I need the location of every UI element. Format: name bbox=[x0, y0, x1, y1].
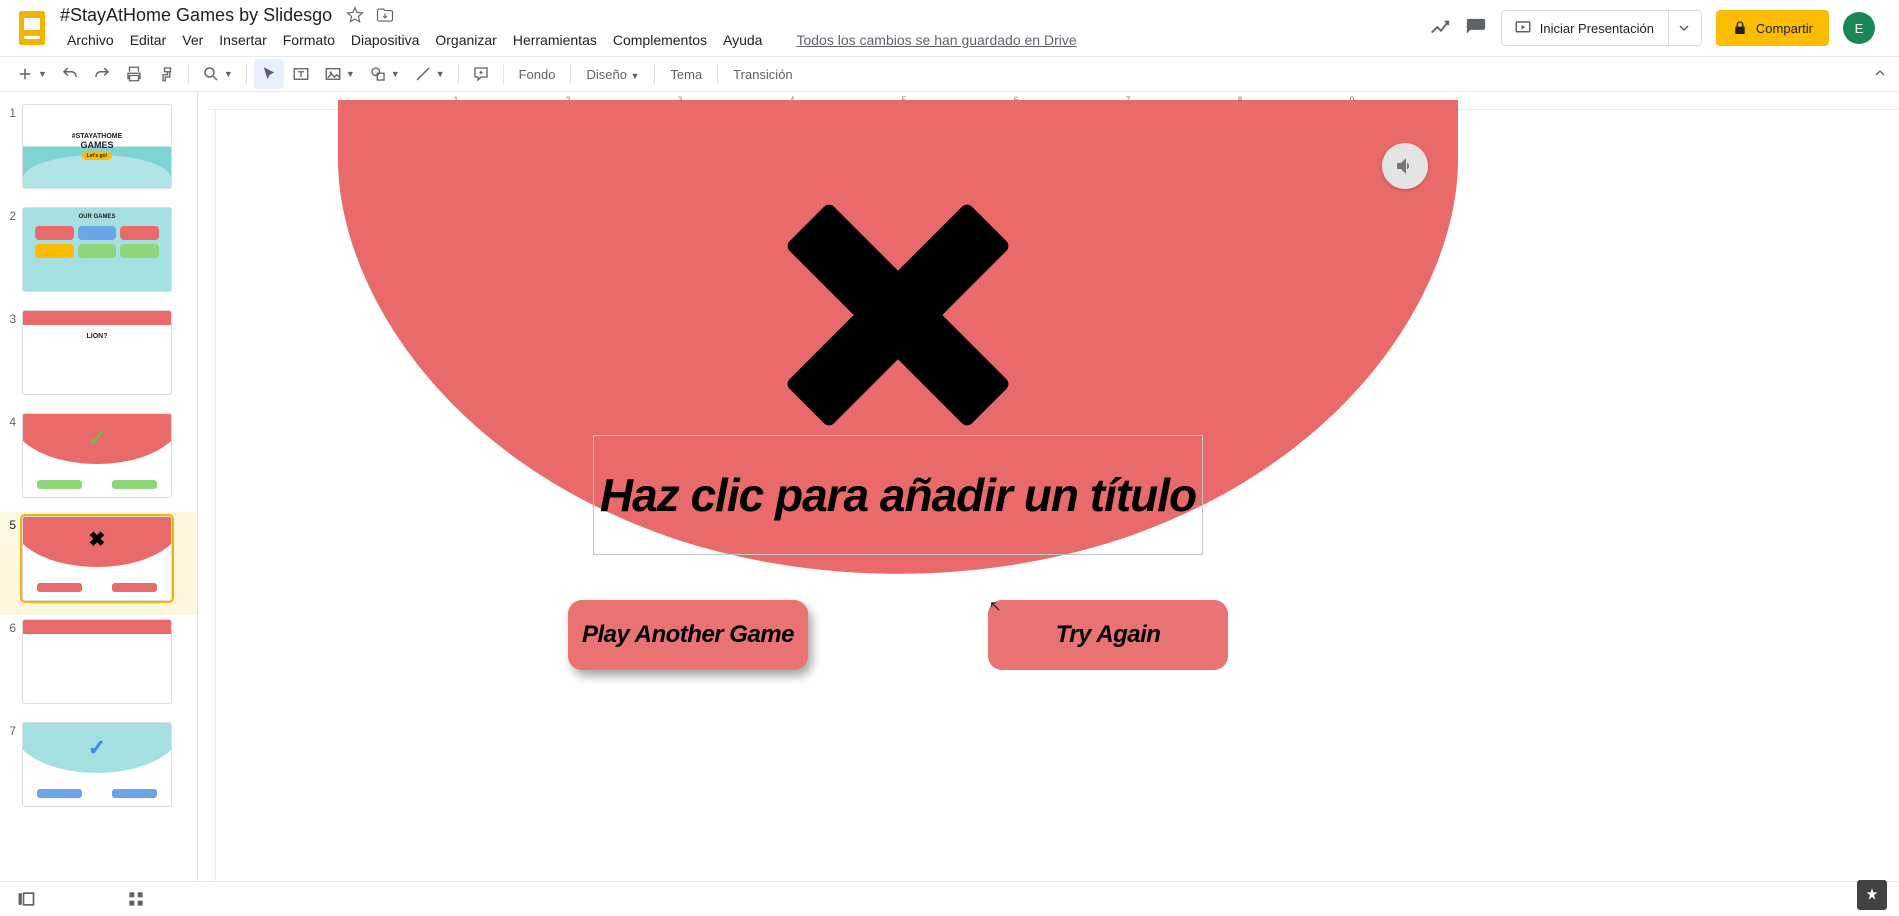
chevron-down-icon bbox=[1679, 23, 1689, 33]
menu-diapositiva[interactable]: Diapositiva bbox=[344, 28, 426, 52]
slide-thumbnail-1[interactable]: 1 #STAYATHOMEGAMESLet's go! bbox=[0, 100, 197, 203]
print-button[interactable] bbox=[119, 59, 149, 89]
move-to-folder-icon[interactable] bbox=[376, 6, 394, 24]
bottom-bar bbox=[0, 881, 1899, 916]
menu-complementos[interactable]: Complementos bbox=[606, 28, 714, 52]
app-header: #StayAtHome Games by Slidesgo Archivo Ed… bbox=[0, 0, 1899, 56]
share-button[interactable]: Compartir bbox=[1716, 10, 1829, 46]
present-button[interactable]: Iniciar Presentación bbox=[1501, 10, 1702, 46]
comment-tool[interactable] bbox=[466, 59, 496, 89]
star-icon[interactable] bbox=[346, 6, 364, 24]
comments-icon[interactable] bbox=[1465, 17, 1487, 39]
image-tool[interactable]: ▼ bbox=[318, 59, 361, 89]
try-again-button[interactable]: Try Again bbox=[988, 600, 1228, 670]
menu-editar[interactable]: Editar bbox=[123, 28, 174, 52]
menu-ayuda[interactable]: Ayuda bbox=[716, 28, 769, 52]
audio-icon-button[interactable] bbox=[1382, 143, 1428, 189]
slide-canvas[interactable]: Haz clic para añadir un título Play Anot… bbox=[338, 110, 1458, 870]
save-status[interactable]: Todos los cambios se han guardado en Dri… bbox=[789, 28, 1083, 52]
shape-tool[interactable]: ▼ bbox=[363, 59, 406, 89]
filmstrip[interactable]: 1 #STAYATHOMEGAMESLet's go! 2 OUR GAMES … bbox=[0, 92, 198, 881]
zoom-button[interactable]: ▼ bbox=[196, 59, 239, 89]
paint-format-button[interactable] bbox=[151, 59, 181, 89]
textbox-tool[interactable] bbox=[286, 59, 316, 89]
x-mark-icon bbox=[783, 200, 1013, 430]
slide-thumbnail-3[interactable]: 3 LION? bbox=[0, 306, 197, 409]
menu-ver[interactable]: Ver bbox=[175, 28, 210, 52]
slide-thumbnail-6[interactable]: 6 bbox=[0, 615, 197, 718]
menubar: Archivo Editar Ver Insertar Formato Diap… bbox=[60, 28, 1084, 52]
slide-canvas-area[interactable]: 1 2 3 4 5 6 7 8 9 Haz clic para añadir u… bbox=[198, 92, 1899, 881]
slide-thumbnail-4[interactable]: 4 ✓ bbox=[0, 409, 197, 512]
present-label: Iniciar Presentación bbox=[1540, 21, 1654, 36]
redo-button[interactable] bbox=[87, 59, 117, 89]
play-another-game-button[interactable]: Play Another Game bbox=[568, 600, 808, 670]
toolbar: ▼ ▼ ▼ ▼ ▼ Fondo Diseño ▼ Tema Transición bbox=[0, 56, 1899, 92]
account-avatar[interactable]: E bbox=[1843, 12, 1875, 44]
slide-thumbnail-2[interactable]: 2 OUR GAMES bbox=[0, 203, 197, 306]
menu-herramientas[interactable]: Herramientas bbox=[506, 28, 604, 52]
share-label: Compartir bbox=[1756, 21, 1813, 36]
slide-thumbnail-7[interactable]: 7 ✓ bbox=[0, 718, 197, 821]
layout-button[interactable]: Diseño ▼ bbox=[578, 61, 647, 88]
transition-button[interactable]: Transición bbox=[725, 61, 800, 88]
vertical-ruler bbox=[198, 110, 216, 881]
new-slide-button[interactable]: ▼ bbox=[10, 59, 53, 89]
document-title[interactable]: #StayAtHome Games by Slidesgo bbox=[60, 5, 332, 26]
undo-button[interactable] bbox=[55, 59, 85, 89]
menu-organizar[interactable]: Organizar bbox=[428, 28, 503, 52]
present-icon bbox=[1514, 19, 1532, 37]
menu-archivo[interactable]: Archivo bbox=[60, 28, 121, 52]
filmstrip-view-icon[interactable] bbox=[16, 889, 36, 909]
background-button[interactable]: Fondo bbox=[511, 61, 564, 88]
menu-formato[interactable]: Formato bbox=[276, 28, 342, 52]
speaker-icon bbox=[1393, 154, 1417, 178]
theme-button[interactable]: Tema bbox=[662, 61, 710, 88]
explore-button[interactable] bbox=[1857, 880, 1887, 910]
activity-icon[interactable] bbox=[1429, 17, 1451, 39]
select-tool[interactable] bbox=[254, 59, 284, 89]
slide-thumbnail-5[interactable]: 5 ✖ bbox=[0, 512, 197, 615]
explore-icon bbox=[1864, 887, 1880, 903]
grid-view-icon[interactable] bbox=[126, 889, 146, 909]
app-logo[interactable] bbox=[12, 8, 52, 48]
menu-insertar[interactable]: Insertar bbox=[212, 28, 273, 52]
line-tool[interactable]: ▼ bbox=[408, 59, 451, 89]
title-placeholder[interactable]: Haz clic para añadir un título bbox=[593, 435, 1203, 555]
lock-icon bbox=[1732, 20, 1748, 36]
present-dropdown[interactable] bbox=[1668, 11, 1689, 45]
collapse-toolbar-icon[interactable] bbox=[1872, 65, 1888, 81]
